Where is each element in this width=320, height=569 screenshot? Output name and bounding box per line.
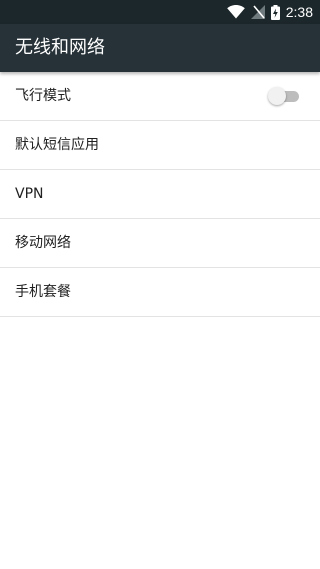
settings-list: 飞行模式 默认短信应用 VPN 移动网络 手机套餐 xyxy=(0,72,320,317)
no-sim-icon xyxy=(250,5,265,19)
setting-item-vpn[interactable]: VPN xyxy=(0,170,320,219)
wifi-icon xyxy=(226,5,245,19)
setting-item-default-sms-app[interactable]: 默认短信应用 xyxy=(0,121,320,170)
setting-item-label: 手机套餐 xyxy=(15,284,71,300)
setting-item-airplane-mode[interactable]: 飞行模式 xyxy=(0,72,320,121)
status-icons: 2:38 xyxy=(226,0,313,24)
page-title: 无线和网络 xyxy=(15,37,105,58)
airplane-mode-toggle[interactable] xyxy=(268,87,299,105)
toggle-thumb xyxy=(268,87,286,105)
setting-item-label: VPN xyxy=(15,186,44,202)
status-bar: 2:38 xyxy=(0,0,320,24)
setting-item-phone-plan[interactable]: 手机套餐 xyxy=(0,268,320,317)
setting-item-label: 飞行模式 xyxy=(15,88,71,104)
clock: 2:38 xyxy=(285,4,313,20)
setting-item-label: 默认短信应用 xyxy=(15,137,99,153)
setting-item-mobile-network[interactable]: 移动网络 xyxy=(0,219,320,268)
app-bar: 无线和网络 xyxy=(0,24,320,72)
battery-charging-icon xyxy=(270,4,280,20)
setting-item-label: 移动网络 xyxy=(15,235,71,251)
